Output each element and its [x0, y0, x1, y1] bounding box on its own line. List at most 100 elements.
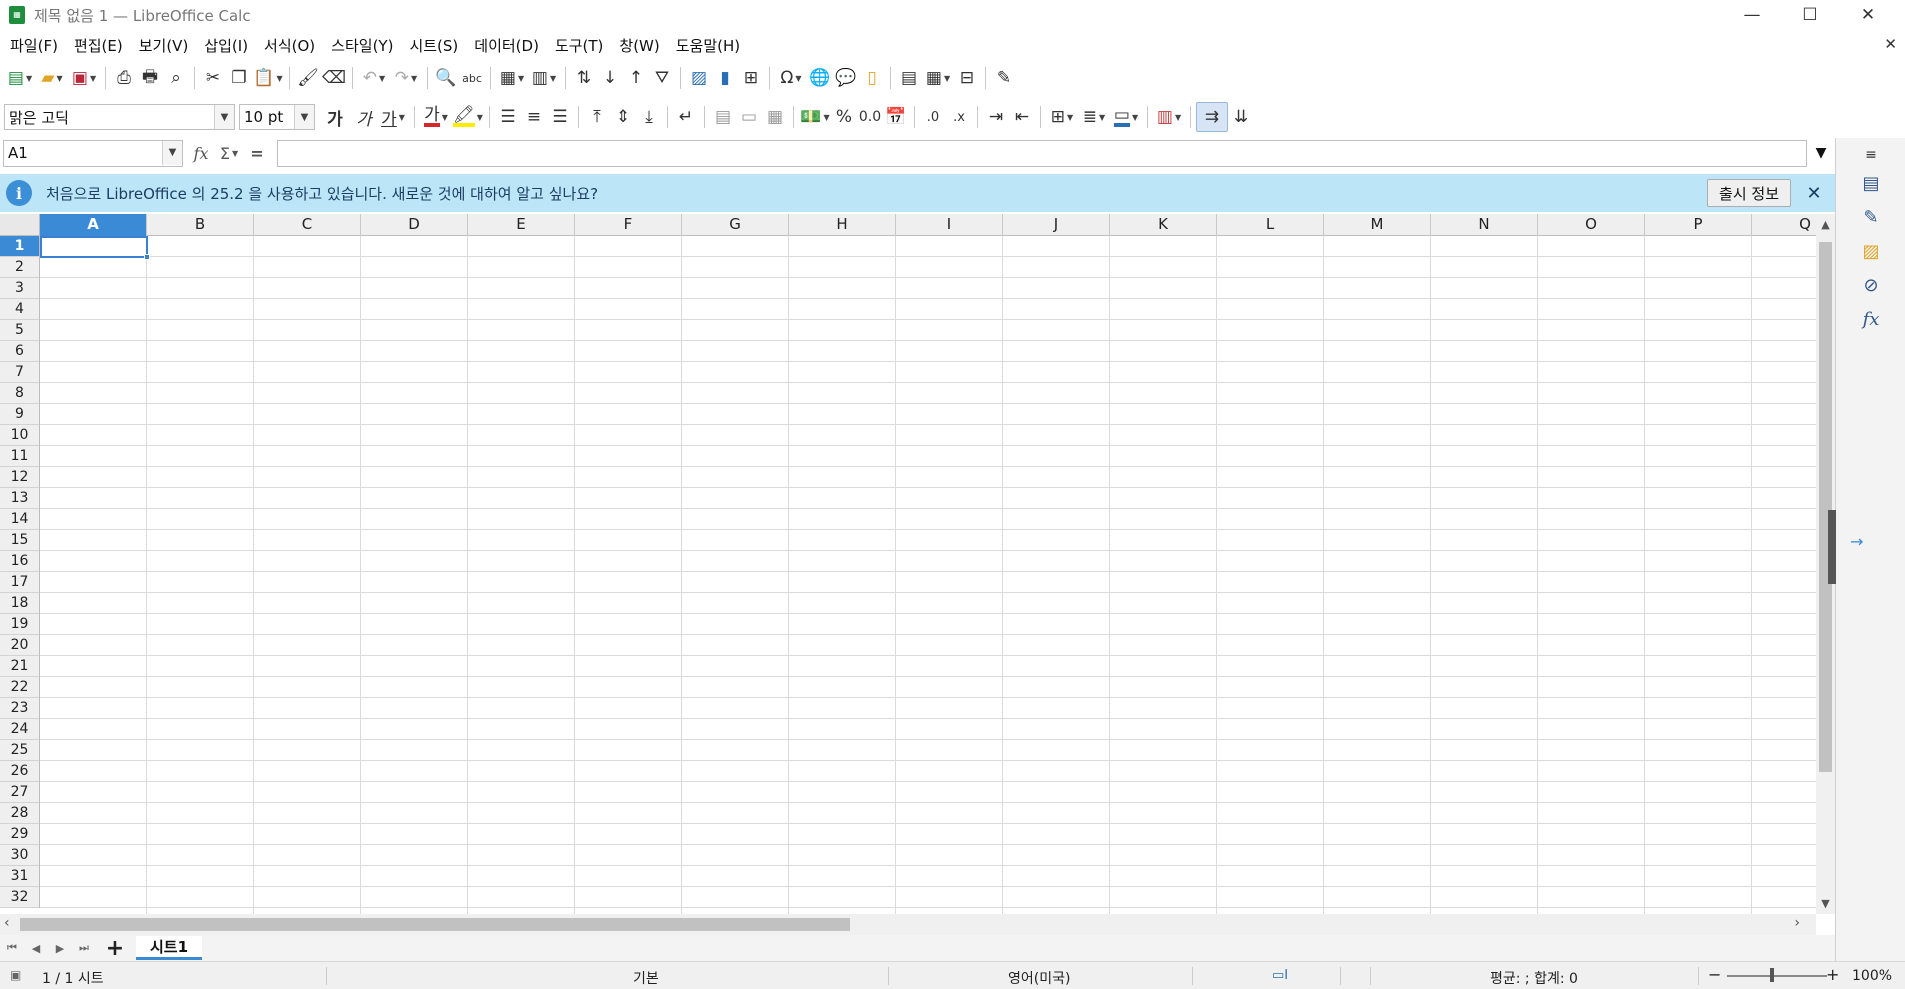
- properties-icon[interactable]: ▤: [1858, 170, 1884, 196]
- row-icon[interactable]: ▦ ▼: [496, 63, 528, 93]
- column-header[interactable]: P: [1645, 214, 1752, 236]
- highlight-color-button[interactable]: 🖍 ▼: [452, 102, 484, 132]
- scroll-left-icon[interactable]: ‹: [4, 915, 10, 931]
- column-header[interactable]: O: [1538, 214, 1645, 236]
- underline-button[interactable]: 가 ▼: [377, 102, 409, 132]
- conditional-format-icon[interactable]: ▥ ▼: [1153, 102, 1185, 132]
- row-header[interactable]: 31: [0, 866, 39, 887]
- column-header[interactable]: L: [1217, 214, 1324, 236]
- column-header[interactable]: J: [1003, 214, 1110, 236]
- print-preview-icon[interactable]: ⌕: [163, 63, 189, 93]
- undo-icon[interactable]: ↶ ▼: [358, 63, 390, 93]
- menu-format[interactable]: 서식(O): [256, 33, 323, 59]
- sort-icon[interactable]: ⇅: [571, 63, 597, 93]
- font-name-box[interactable]: 맑은 고딕 ▼: [4, 104, 235, 130]
- chevron-down-icon[interactable]: ▼: [162, 140, 182, 165]
- select-all-corner[interactable]: [0, 214, 40, 236]
- row-header[interactable]: 18: [0, 593, 39, 614]
- borders-icon[interactable]: ⊞ ▼: [1046, 102, 1078, 132]
- column-header[interactable]: A: [40, 214, 147, 236]
- row-header[interactable]: 6: [0, 341, 39, 362]
- column-header[interactable]: B: [147, 214, 254, 236]
- cell-area[interactable]: [40, 236, 1816, 914]
- selection-mode-icon[interactable]: ▭I: [1272, 968, 1288, 983]
- menu-icon[interactable]: ≡: [1858, 142, 1884, 168]
- row-header[interactable]: 16: [0, 551, 39, 572]
- chevron-down-icon[interactable]: ▼: [214, 105, 234, 129]
- row-header[interactable]: 4: [0, 299, 39, 320]
- merge-center-icon[interactable]: ▤: [710, 102, 736, 132]
- headers-footers-icon[interactable]: ▯: [859, 63, 885, 93]
- row-header[interactable]: 32: [0, 887, 39, 908]
- show-draw-functions-icon[interactable]: ✎: [991, 63, 1017, 93]
- first-sheet-icon[interactable]: ⏮: [0, 936, 24, 960]
- clone-formatting-icon[interactable]: 🖌: [295, 63, 321, 93]
- close-icon[interactable]: ✕: [1839, 0, 1897, 30]
- paste-icon[interactable]: 📋 ▼: [252, 63, 284, 93]
- row-header[interactable]: 11: [0, 446, 39, 467]
- row-header[interactable]: 24: [0, 719, 39, 740]
- row-header[interactable]: 26: [0, 761, 39, 782]
- bold-button[interactable]: 가: [319, 102, 351, 132]
- pivot-table-icon[interactable]: ⊞: [738, 63, 764, 93]
- horizontal-scroll-thumb[interactable]: [20, 918, 850, 931]
- column-header[interactable]: C: [254, 214, 361, 236]
- vertical-scroll-thumb[interactable]: [1819, 242, 1832, 772]
- italic-button[interactable]: 가: [351, 102, 377, 132]
- row-header[interactable]: 27: [0, 782, 39, 803]
- row-header[interactable]: 19: [0, 614, 39, 635]
- sort-ascending-icon[interactable]: ↓: [597, 63, 623, 93]
- zoom-in-icon[interactable]: +: [1826, 965, 1839, 984]
- sort-descending-icon[interactable]: ↑: [623, 63, 649, 93]
- add-sheet-icon[interactable]: +: [100, 936, 130, 961]
- styles-icon[interactable]: ✎: [1858, 204, 1884, 230]
- redo-icon[interactable]: ↷ ▼: [390, 63, 422, 93]
- find-replace-icon[interactable]: 🔍: [433, 63, 459, 93]
- decrease-indent-icon[interactable]: ⇤: [1009, 102, 1035, 132]
- row-header[interactable]: 21: [0, 656, 39, 677]
- save-icon[interactable]: ▣ ▼: [68, 63, 100, 93]
- menu-window[interactable]: 창(W): [611, 33, 667, 59]
- menu-file[interactable]: 파일(F): [2, 33, 66, 59]
- align-middle-icon[interactable]: ⇕: [610, 102, 636, 132]
- autofilter-icon[interactable]: ⛛: [649, 63, 675, 93]
- minimize-icon[interactable]: —: [1723, 0, 1781, 30]
- row-header[interactable]: 15: [0, 530, 39, 551]
- horizontal-scrollbar[interactable]: ‹ ›: [0, 914, 1816, 935]
- column-header[interactable]: E: [468, 214, 575, 236]
- border-style-icon[interactable]: ≣ ▼: [1078, 102, 1110, 132]
- align-left-icon[interactable]: ☰: [495, 102, 521, 132]
- row-header[interactable]: 5: [0, 320, 39, 341]
- date-format-icon[interactable]: 📅: [883, 102, 909, 132]
- row-header[interactable]: 20: [0, 635, 39, 656]
- menu-view[interactable]: 보기(V): [131, 33, 197, 59]
- next-sheet-icon[interactable]: ▶: [48, 936, 72, 960]
- open-icon[interactable]: ▰ ▼: [36, 63, 68, 93]
- row-header[interactable]: 23: [0, 698, 39, 719]
- zoom-slider[interactable]: [1727, 975, 1827, 977]
- scroll-up-icon[interactable]: ▲: [1816, 218, 1835, 231]
- font-color-button[interactable]: 가 ▼: [420, 102, 452, 132]
- column-icon[interactable]: ▥ ▼: [528, 63, 560, 93]
- font-size-box[interactable]: 10 pt ▼: [239, 104, 315, 130]
- column-header[interactable]: D: [361, 214, 468, 236]
- formula-input[interactable]: [277, 139, 1807, 167]
- currency-format-icon[interactable]: 💵 ▼: [799, 102, 831, 132]
- sidebar-collapse-handle[interactable]: [1828, 510, 1836, 584]
- sheet-tab[interactable]: 시트1: [136, 936, 203, 960]
- language[interactable]: 영어(미국): [1008, 968, 1070, 988]
- text-direction-top-bottom-icon[interactable]: ⇊: [1228, 102, 1254, 132]
- row-header[interactable]: 14: [0, 509, 39, 530]
- zoom-out-icon[interactable]: −: [1708, 965, 1721, 984]
- print-icon[interactable]: 🖶: [137, 63, 163, 93]
- freeze-rows-columns-icon[interactable]: ▦ ▼: [922, 63, 954, 93]
- merge-cells-icon[interactable]: ▭: [736, 102, 762, 132]
- row-header[interactable]: 10: [0, 425, 39, 446]
- close-document-icon[interactable]: ✕: [1884, 35, 1897, 53]
- split-window-icon[interactable]: ⊟: [954, 63, 980, 93]
- row-header[interactable]: 2: [0, 257, 39, 278]
- last-sheet-icon[interactable]: ⏭: [72, 936, 96, 960]
- align-top-icon[interactable]: ⤒: [584, 102, 610, 132]
- insert-image-icon[interactable]: ▨: [686, 63, 712, 93]
- sum-icon[interactable]: Σ ▼: [215, 140, 243, 167]
